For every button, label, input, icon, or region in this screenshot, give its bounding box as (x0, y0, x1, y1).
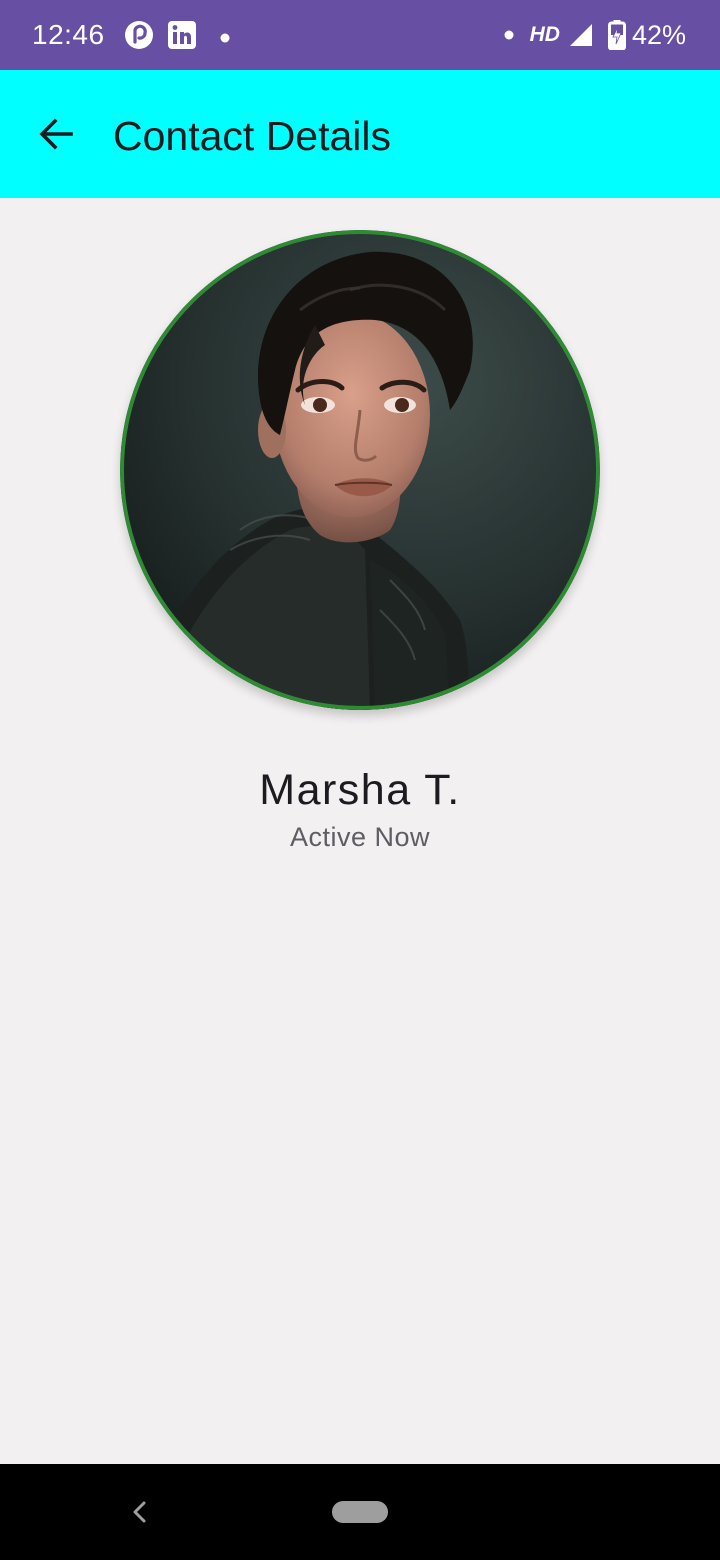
status-bar: 12:46 HD 42% (0, 0, 720, 70)
page-title: Contact Details (113, 113, 392, 159)
status-right-group: HD 42% (504, 19, 686, 51)
contact-name: Marsha T. (259, 766, 461, 814)
notification-dot-icon (220, 30, 230, 48)
navigation-bar (0, 1464, 720, 1560)
battery-percent: 42% (631, 19, 686, 50)
dot-icon (504, 30, 514, 40)
contact-avatar (120, 230, 600, 710)
network-type-label: HD (529, 23, 560, 46)
linkedin-icon (167, 20, 197, 55)
app-bar: Contact Details (0, 70, 720, 198)
contact-status: Active Now (289, 822, 431, 852)
battery-charging-icon (607, 20, 626, 50)
back-button[interactable] (26, 104, 86, 164)
nav-back-chevron-icon[interactable] (126, 1496, 154, 1528)
status-time: 12:46 (32, 19, 105, 50)
avatar-photo (120, 230, 600, 710)
arrow-back-icon (38, 116, 74, 152)
signal-icon (568, 22, 594, 48)
pocket-casts-icon (124, 20, 154, 55)
home-pill-icon[interactable] (332, 1501, 388, 1523)
